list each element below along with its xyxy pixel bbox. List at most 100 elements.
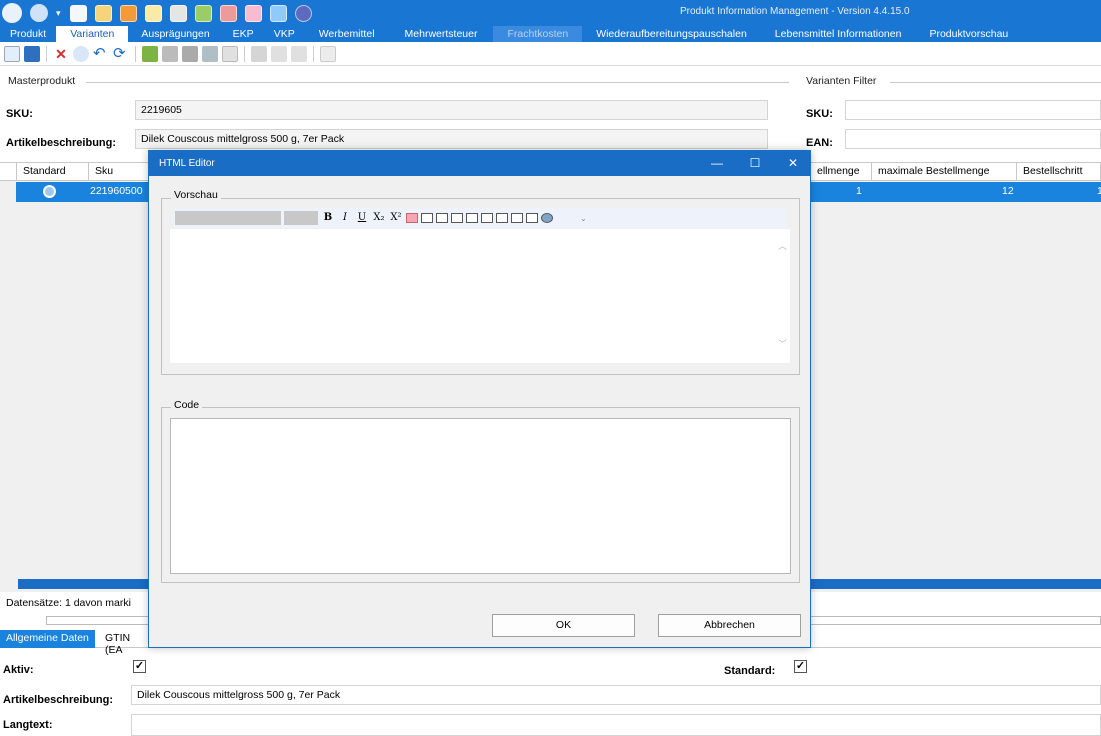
report-icon[interactable] bbox=[245, 4, 262, 22]
radio-icon[interactable] bbox=[43, 185, 56, 198]
subscript-button[interactable]: X₂ bbox=[372, 211, 386, 225]
paste-icon[interactable] bbox=[291, 45, 307, 62]
editor-toolbar: B I U X₂ X² ⌄ bbox=[174, 208, 786, 228]
align-center-icon[interactable] bbox=[496, 213, 508, 223]
save-icon[interactable] bbox=[24, 45, 40, 62]
column-header-max-order[interactable]: maximale Bestellmenge bbox=[872, 163, 1017, 181]
maximize-icon[interactable]: ☐ bbox=[746, 155, 764, 171]
font-family-dropdown[interactable] bbox=[175, 211, 281, 225]
numbered-list-icon[interactable] bbox=[466, 213, 478, 223]
filter-sku-input[interactable] bbox=[845, 100, 1101, 120]
indent-icon[interactable] bbox=[436, 213, 448, 223]
minimize-icon[interactable]: — bbox=[708, 155, 726, 171]
column-header-order-step[interactable]: Bestellschritt bbox=[1017, 163, 1101, 181]
code-textarea[interactable] bbox=[170, 418, 791, 574]
settings-icon[interactable] bbox=[270, 4, 287, 22]
master-desc-label: Artikelbeschreibung: bbox=[6, 137, 117, 149]
zoom-icon[interactable] bbox=[222, 45, 238, 62]
dialog-title-bar: HTML Editor — ☐ ✕ bbox=[149, 151, 810, 176]
italic-button[interactable]: I bbox=[338, 211, 352, 225]
group-divider bbox=[86, 82, 789, 83]
eraser-icon[interactable] bbox=[406, 213, 418, 223]
tab-ausprägungen[interactable]: Ausprägungen bbox=[128, 26, 222, 42]
preview-area[interactable] bbox=[170, 229, 775, 363]
toolbar: ✕ ↶ ⟳ bbox=[0, 42, 1101, 66]
list-icon[interactable] bbox=[320, 45, 336, 62]
chevron-down-icon[interactable]: ▾ bbox=[56, 8, 61, 19]
column-header-standard[interactable]: Standard bbox=[17, 163, 89, 181]
back-icon[interactable] bbox=[2, 3, 22, 23]
bullet-list-icon[interactable] bbox=[451, 213, 463, 223]
help-icon[interactable] bbox=[295, 4, 312, 22]
toolbar-separator bbox=[244, 45, 245, 62]
superscript-button[interactable]: X² bbox=[389, 211, 403, 225]
tab-werbemittel[interactable]: Werbemittel bbox=[305, 26, 389, 42]
align-right-icon[interactable] bbox=[511, 213, 523, 223]
column-header-min-order[interactable]: ellmenge bbox=[811, 163, 872, 181]
search-icon[interactable] bbox=[73, 45, 89, 62]
copy-icon[interactable] bbox=[271, 45, 287, 62]
tab-varianten[interactable]: Varianten bbox=[56, 26, 129, 42]
standard-checkbox[interactable]: ✓ bbox=[794, 660, 807, 673]
tab-produkt[interactable]: Produkt bbox=[0, 26, 56, 42]
overflow-chevron-icon[interactable]: ⌄ bbox=[580, 214, 587, 223]
calendar-red-icon[interactable] bbox=[220, 4, 237, 22]
filter-ean-input[interactable] bbox=[845, 129, 1101, 149]
tab-allgemeine-daten[interactable]: Allgemeine Daten bbox=[0, 630, 95, 648]
toolbar-separator bbox=[313, 45, 314, 62]
tab-produktvorschau[interactable]: Produktvorschau bbox=[915, 26, 1022, 42]
master-desc-field[interactable]: Dilek Couscous mittelgross 500 g, 7er Pa… bbox=[135, 129, 768, 149]
tab-gtin[interactable]: GTIN (EA bbox=[99, 630, 151, 656]
master-sku-field[interactable]: 2219605 bbox=[135, 100, 768, 120]
tab-mehrwertsteuer[interactable]: Mehrwertsteuer bbox=[389, 26, 494, 42]
aktiv-label: Aktiv: bbox=[3, 664, 34, 676]
tab-wiederaufbereitungspauschalen[interactable]: Wiederaufbereitungspauschalen bbox=[582, 26, 761, 42]
tab-ekp[interactable]: EKP bbox=[223, 26, 264, 42]
tab-lebensmittel-informationen[interactable]: Lebensmittel Informationen bbox=[761, 26, 916, 42]
package-icon[interactable] bbox=[120, 4, 137, 22]
chevron-up-icon[interactable]: ︿ bbox=[778, 239, 787, 252]
scroll-left-icon[interactable]: ◀ bbox=[20, 577, 28, 588]
row-max-order: 12 bbox=[1002, 185, 1014, 197]
link-icon[interactable] bbox=[541, 213, 553, 223]
grid-corner bbox=[0, 163, 17, 181]
calendar-icon[interactable] bbox=[95, 4, 112, 22]
align-left-icon[interactable] bbox=[481, 213, 493, 223]
new-icon[interactable] bbox=[4, 45, 20, 62]
preview-scrollbar[interactable]: ︿ ﹀ bbox=[775, 229, 790, 363]
refresh-icon[interactable]: ⟳ bbox=[113, 45, 129, 62]
row-sku: 221960500 bbox=[90, 185, 143, 197]
export-icon[interactable] bbox=[142, 45, 158, 62]
undo-icon[interactable]: ↶ bbox=[93, 45, 109, 62]
bottle-icon[interactable] bbox=[195, 4, 212, 22]
cancel-button[interactable]: Abbrechen bbox=[658, 614, 801, 637]
toolbar-separator bbox=[46, 45, 47, 62]
home-icon[interactable] bbox=[70, 4, 87, 22]
justify-icon[interactable] bbox=[526, 213, 538, 223]
aktiv-checkbox[interactable]: ✓ bbox=[133, 660, 146, 673]
outdent-icon[interactable] bbox=[421, 213, 433, 223]
filter-clear-icon[interactable] bbox=[182, 45, 198, 62]
status-text: Datensätze: 1 davon marki bbox=[6, 597, 131, 609]
tab-vkp[interactable]: VKP bbox=[264, 26, 305, 42]
puzzle-icon[interactable] bbox=[251, 45, 267, 62]
filter-icon[interactable] bbox=[162, 45, 178, 62]
filter-sku-label: SKU: bbox=[806, 108, 833, 120]
column-header-sku[interactable]: Sku bbox=[89, 163, 149, 181]
langtext-field[interactable] bbox=[131, 714, 1101, 736]
master-sku-label: SKU: bbox=[6, 108, 33, 120]
underline-button[interactable]: U bbox=[355, 211, 369, 225]
document-icon[interactable] bbox=[145, 4, 162, 22]
view-icon[interactable] bbox=[202, 45, 218, 62]
ok-button[interactable]: OK bbox=[492, 614, 635, 637]
detail-desc-field[interactable]: Dilek Couscous mittelgross 500 g, 7er Pa… bbox=[131, 685, 1101, 705]
printer-icon[interactable] bbox=[170, 4, 187, 22]
forward-icon[interactable] bbox=[30, 4, 48, 22]
bold-button[interactable]: B bbox=[321, 211, 335, 225]
delete-icon[interactable]: ✕ bbox=[53, 46, 69, 62]
tab-frachtkosten[interactable]: Frachtkosten bbox=[493, 26, 583, 42]
close-icon[interactable]: ✕ bbox=[784, 155, 802, 171]
font-size-dropdown[interactable] bbox=[284, 211, 318, 225]
chevron-down-icon[interactable]: ﹀ bbox=[778, 337, 787, 350]
dialog-title: HTML Editor bbox=[159, 158, 215, 169]
